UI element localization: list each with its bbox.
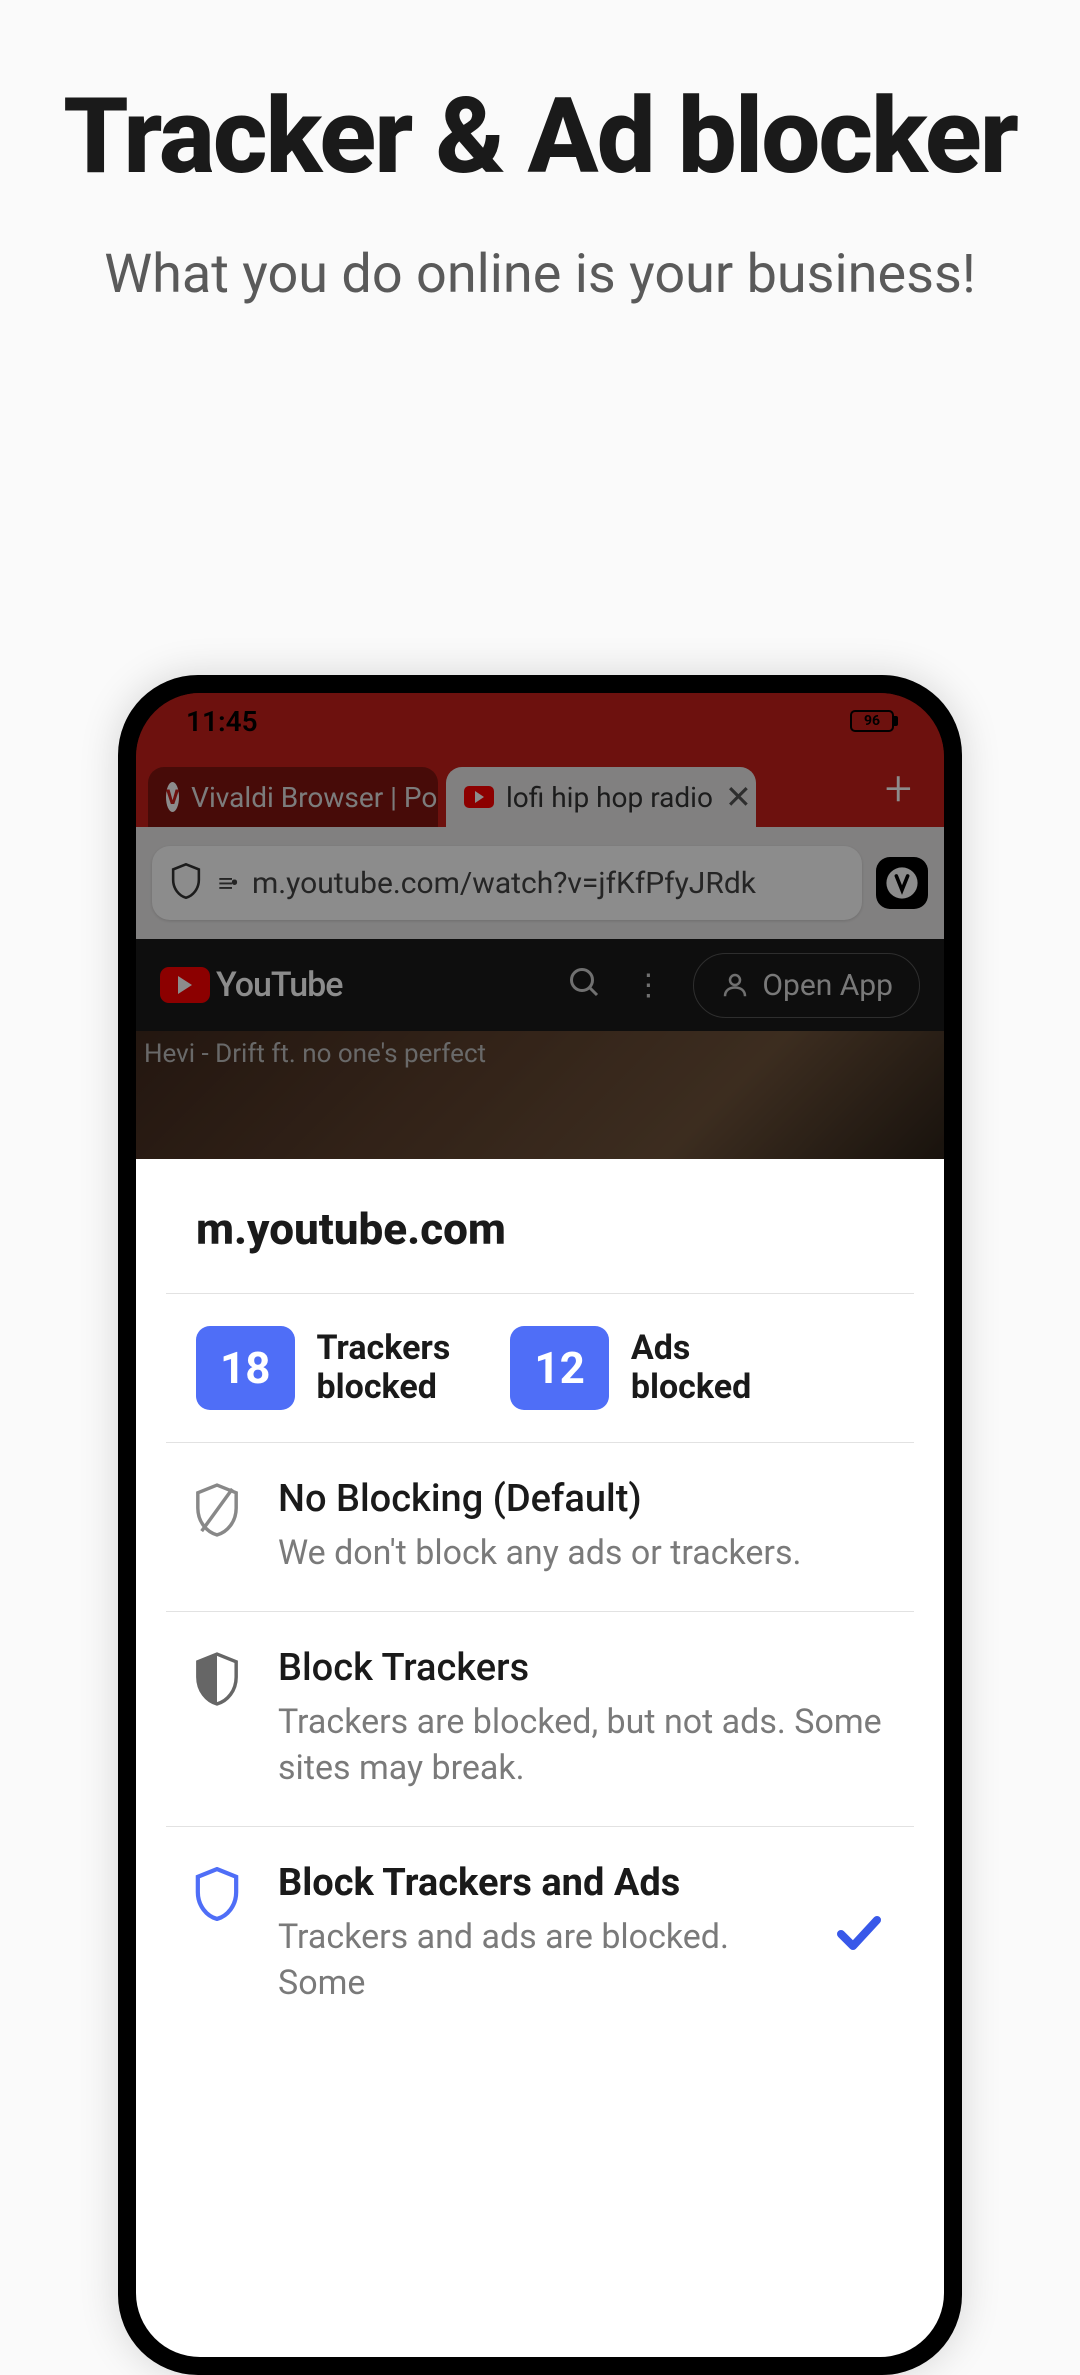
option-block-trackers-ads[interactable]: Block Trackers and Ads Trackers and ads …	[136, 1827, 944, 2041]
shield-off-icon	[190, 1477, 244, 1537]
vivaldi-favicon-icon: V	[166, 782, 179, 812]
new-tab-button[interactable]: +	[865, 760, 932, 817]
trackers-stat: 18 Trackers blocked	[196, 1326, 450, 1410]
search-icon[interactable]	[567, 965, 603, 1005]
blocker-stats: 18 Trackers blocked 12 Ads blocked	[136, 1294, 944, 1442]
tab-inactive[interactable]: V Vivaldi Browser | Po	[148, 767, 438, 827]
youtube-favicon-icon	[464, 786, 494, 808]
ads-count-badge: 12	[510, 1326, 609, 1410]
option-title: No Blocking (Default)	[278, 1477, 884, 1521]
option-desc: Trackers and ads are blocked. Some	[278, 1915, 800, 2007]
more-icon[interactable]: ⋮	[633, 968, 663, 1003]
option-no-blocking[interactable]: No Blocking (Default) We don't block any…	[136, 1443, 944, 1611]
youtube-header: YouTube ⋮ Open App	[136, 939, 944, 1031]
ads-label: Ads	[631, 1329, 751, 1368]
youtube-wordmark: YouTube	[216, 965, 342, 1005]
option-desc: We don't block any ads or trackers.	[278, 1531, 884, 1577]
shield-half-icon	[190, 1646, 244, 1706]
tab-label: Vivaldi Browser | Po	[191, 781, 437, 814]
url-text: m.youtube.com/watch?v=jfKfPfyJRdk	[252, 866, 756, 901]
ads-label: blocked	[631, 1368, 751, 1407]
reader-mode-icon[interactable]: ≡•	[218, 868, 236, 899]
ads-stat: 12 Ads blocked	[510, 1326, 751, 1410]
address-bar[interactable]: ≡• m.youtube.com/watch?v=jfKfPfyJRdk	[152, 846, 862, 920]
close-tab-icon[interactable]: ✕	[725, 778, 752, 816]
tab-active[interactable]: lofi hip hop radio ✕	[446, 767, 756, 827]
shield-full-icon	[190, 1861, 244, 1921]
vivaldi-menu-button[interactable]	[876, 857, 928, 909]
open-app-button[interactable]: Open App	[693, 953, 920, 1018]
trackers-count-badge: 18	[196, 1326, 295, 1410]
page-content: YouTube ⋮ Open App Hevi - Drift ft. no o…	[136, 939, 944, 1159]
youtube-logo[interactable]: YouTube	[160, 965, 342, 1005]
phone-screen: 11:45 96 V Vivaldi Browser | Po lofi hip…	[136, 693, 944, 2357]
battery-icon: 96	[850, 710, 894, 732]
hero-subtitle: What you do online is your business!	[0, 243, 1080, 308]
person-icon	[720, 970, 750, 1000]
sheet-domain: m.youtube.com	[136, 1159, 944, 1293]
open-app-label: Open App	[762, 968, 893, 1003]
video-overlay-text: Hevi - Drift ft. no one's perfect	[136, 1039, 944, 1069]
phone-frame: 11:45 96 V Vivaldi Browser | Po lofi hip…	[118, 675, 962, 2375]
browser-tabs: V Vivaldi Browser | Po lofi hip hop radi…	[136, 749, 944, 827]
option-block-trackers[interactable]: Block Trackers Trackers are blocked, but…	[136, 1612, 944, 1826]
blocker-sheet: m.youtube.com 18 Trackers blocked 12 Ads…	[136, 1159, 944, 2357]
option-title: Block Trackers and Ads	[278, 1861, 800, 1905]
option-title: Block Trackers	[278, 1646, 884, 1690]
trackers-label: Trackers	[317, 1329, 451, 1368]
address-bar-container: ≡• m.youtube.com/watch?v=jfKfPfyJRdk	[136, 827, 944, 939]
check-icon	[834, 1912, 884, 1956]
status-time: 11:45	[186, 705, 258, 738]
tab-label: lofi hip hop radio	[506, 781, 713, 814]
option-desc: Trackers are blocked, but not ads. Some …	[278, 1700, 884, 1792]
status-bar: 11:45 96	[136, 693, 944, 749]
trackers-label: blocked	[317, 1368, 451, 1407]
youtube-logo-icon	[160, 967, 210, 1003]
shield-icon[interactable]	[170, 863, 202, 903]
hero-title: Tracker & Ad blocker	[0, 80, 1080, 193]
